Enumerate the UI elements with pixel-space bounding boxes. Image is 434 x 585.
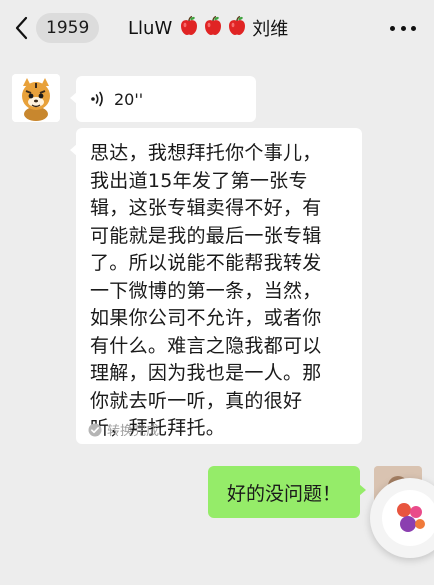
chevron-left-icon [10,12,32,44]
voice-wave-icon [90,90,106,108]
apple-emoji-icon [178,15,200,42]
apple-emoji-icon [226,15,248,42]
transcript-text: 思达，我想拜托你个事儿， 我出道15年发了第一张专 辑，这张专辑卖得不好，有 可… [90,142,322,439]
contact-avatar[interactable] [12,74,60,122]
more-dots-icon[interactable] [390,18,416,38]
reply-bubble[interactable]: 好的没问题！ [208,466,366,518]
floating-widget[interactable] [370,478,434,558]
back-button[interactable]: 1959 [10,12,100,44]
apple-emoji-group [178,15,250,42]
title-prefix: LluW [128,17,173,39]
chat-header: 1959 LluW 刘维 [0,0,434,56]
check-circle-icon [88,423,102,437]
voice-duration: 20'' [114,89,144,109]
unread-count-badge: 1959 [36,13,100,43]
transcript-bubble[interactable]: 思达，我想拜托你个事儿， 我出道15年发了第一张专 辑，这张专辑卖得不好，有 可… [70,128,362,444]
floating-widget-inner [382,490,434,546]
apple-emoji-icon [202,15,224,42]
transcribe-status-text: 转换完成 [107,424,160,439]
chat-title: LluW 刘维 [128,14,288,42]
reply-text: 好的没问题！ [226,482,341,505]
voice-message-bubble[interactable]: 20'' [70,76,256,122]
title-suffix: 刘维 [252,19,289,40]
transcribe-status: 转换完成 [88,420,159,439]
